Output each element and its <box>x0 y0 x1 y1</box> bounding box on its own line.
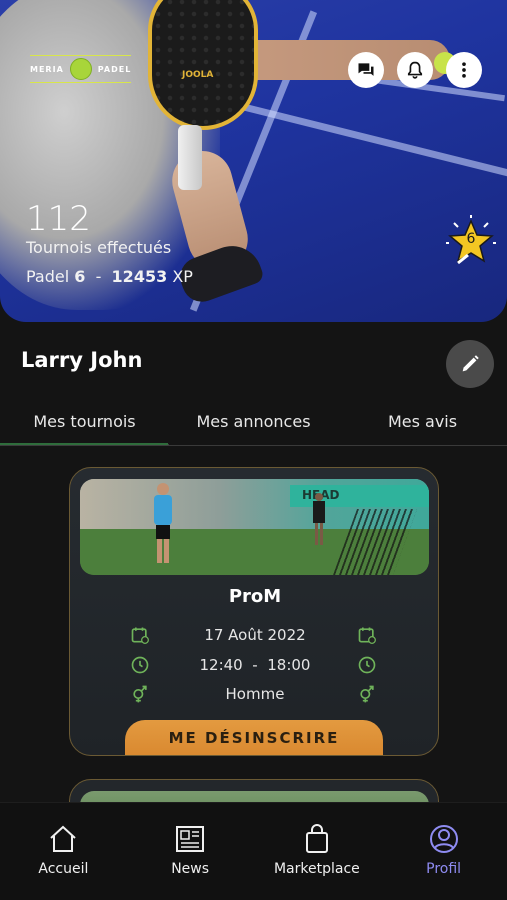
nav-label: Marketplace <box>273 861 360 877</box>
bottom-navigation: Accueil News Marketplace Profil <box>0 802 507 900</box>
xp-value: 12453 <box>111 267 168 286</box>
chat-button[interactable] <box>348 52 384 88</box>
calendar-clock-icon <box>358 627 376 644</box>
player-figure <box>313 493 325 545</box>
nav-profil[interactable]: Profil <box>380 803 507 900</box>
court-banner: HEAD <box>290 485 429 507</box>
unsubscribe-button[interactable]: ME DÉSINSCRIRE <box>125 720 383 755</box>
shopping-bag-icon <box>305 824 328 853</box>
tournament-time: 12:40 - 18:00 <box>70 653 438 677</box>
level-xp-line: Padel 6 - 12453 XP <box>26 267 193 286</box>
padel-level: 6 <box>74 267 86 286</box>
app-logo: MERIA PADEL <box>30 55 132 83</box>
more-vertical-icon <box>462 62 466 78</box>
gender-icon <box>360 685 374 703</box>
player-figure <box>154 483 172 563</box>
nav-marketplace[interactable]: Marketplace <box>254 803 381 900</box>
nav-news[interactable]: News <box>127 803 254 900</box>
stat-separator: - <box>95 267 102 286</box>
tournament-count: 112 <box>26 199 91 239</box>
nav-label: Accueil <box>38 861 89 877</box>
profile-tabs: Mes tournois Mes annonces Mes avis <box>0 400 507 446</box>
time-end: 18:00 <box>267 656 311 674</box>
home-icon <box>50 825 77 852</box>
newspaper-icon <box>176 826 205 852</box>
notifications-button[interactable] <box>397 52 433 88</box>
badge-level: 6 <box>466 231 476 247</box>
chat-icon <box>358 63 374 76</box>
more-options-button[interactable] <box>446 52 482 88</box>
time-separator: - <box>252 656 258 674</box>
logo-ball-icon <box>69 58 92 80</box>
nav-label: News <box>171 861 210 877</box>
tournament-gender: Homme <box>225 685 285 703</box>
time-start: 12:40 <box>199 656 243 674</box>
xp-label: XP <box>172 267 193 286</box>
tournament-card[interactable]: HEAD ProM 17 Août 2022 <box>69 467 439 756</box>
profile-icon <box>429 825 458 853</box>
profile-hero-banner: JOOLA MERIA PADEL 112 Tournois effectués <box>0 0 507 322</box>
padel-label: Padel <box>26 267 70 286</box>
tournament-court-image: HEAD <box>80 479 429 575</box>
edit-profile-button[interactable] <box>446 340 494 388</box>
pencil-icon <box>462 355 479 372</box>
tournament-title: ProM <box>228 586 282 607</box>
tournament-date-row: 17 Août 2022 <box>70 623 438 647</box>
tab-mes-tournois[interactable]: Mes tournois <box>0 400 169 446</box>
logo-text-left: MERIA <box>30 64 64 74</box>
active-tab-indicator <box>0 443 168 445</box>
tab-mes-annonces[interactable]: Mes annonces <box>169 400 338 446</box>
tournament-time-row: 12:40 - 18:00 <box>70 653 438 677</box>
logo-text-right: PADEL <box>97 64 132 74</box>
tournament-date: 17 Août 2022 <box>204 626 306 644</box>
tournament-count-label: Tournois effectués <box>26 238 172 257</box>
logo-line <box>30 82 132 83</box>
nav-accueil[interactable]: Accueil <box>0 803 127 900</box>
tab-mes-avis[interactable]: Mes avis <box>338 400 507 446</box>
racket-handle <box>178 125 202 190</box>
tournament-gender-row: Homme <box>70 682 438 706</box>
bell-icon <box>407 61 423 79</box>
logo-line <box>30 55 132 56</box>
clock-icon <box>358 656 376 674</box>
level-badge: 6 <box>444 215 498 269</box>
profile-name: Larry John <box>21 348 143 372</box>
nav-label: Profil <box>426 861 462 877</box>
racket-brand: JOOLA <box>182 70 214 80</box>
player-stats: 112 Tournois effectués Padel 6 - 12453 X… <box>26 200 193 286</box>
padel-racket: JOOLA <box>148 0 258 130</box>
